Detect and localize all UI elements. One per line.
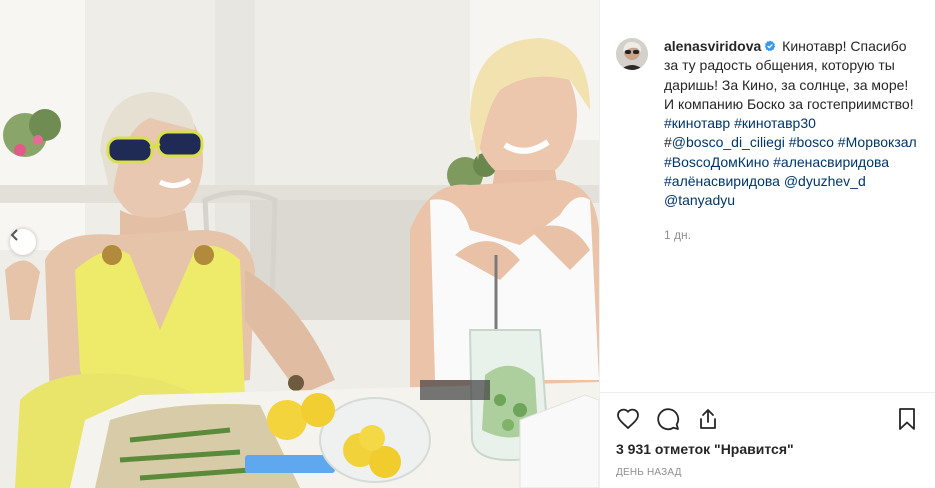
caption-text: alenasviridova Кинотавр! Спасибо за ту р… <box>664 37 918 211</box>
hashtag-link[interactable]: #bosco <box>789 134 834 150</box>
post-photo[interactable] <box>0 0 599 488</box>
hashtag-link[interactable]: #BoscoДомКино <box>664 154 769 170</box>
post-side-panel: alenasviridova Кинотавр! Спасибо за ту р… <box>599 0 935 488</box>
hashtag-link[interactable]: @bosco_di_ciliegi <box>672 134 785 150</box>
time-ago[interactable]: 1 дн. <box>664 228 919 242</box>
hashtag-link[interactable]: #кинотавр <box>664 115 730 131</box>
post-date[interactable]: День назад <box>616 467 919 478</box>
hashtag-link[interactable]: #алёнасвиридова <box>664 173 780 189</box>
caption-body: Кинотавр! Спасибо за ту радость общения,… <box>664 38 917 208</box>
comment-bubble-icon <box>656 407 680 431</box>
share-icon <box>696 407 720 431</box>
bookmark-icon <box>895 407 919 431</box>
comment-button[interactable] <box>656 407 680 431</box>
hashtag-link[interactable]: #аленасвиридова <box>773 154 889 170</box>
heart-icon <box>616 407 640 431</box>
likes-count[interactable]: 3 931 отметок "Нравится" <box>616 441 919 457</box>
caption-fragment: # <box>664 134 672 151</box>
hashtag-link[interactable]: @tanyadyu <box>664 192 735 208</box>
like-button[interactable] <box>616 407 640 431</box>
hashtag-link[interactable]: @dyuzhev_d <box>784 173 866 189</box>
caption-area: alenasviridova Кинотавр! Спасибо за ту р… <box>600 0 935 392</box>
instagram-post: alenasviridova Кинотавр! Спасибо за ту р… <box>0 0 935 488</box>
hashtag-link[interactable]: #Морвокзал <box>838 134 917 150</box>
hashtag-link[interactable]: #кинотавр30 <box>734 115 816 131</box>
caption-row: alenasviridova Кинотавр! Спасибо за ту р… <box>616 38 919 211</box>
photo-illustration <box>0 0 599 488</box>
verified-badge-icon <box>764 38 776 52</box>
share-button[interactable] <box>696 407 720 431</box>
actions-area: 3 931 отметок "Нравится" День назад <box>600 392 935 488</box>
action-icons-row <box>616 399 919 439</box>
carousel-prev-button[interactable] <box>10 229 36 255</box>
save-button[interactable] <box>895 407 919 431</box>
username-link[interactable]: alenasviridova <box>664 38 761 54</box>
avatar[interactable] <box>616 38 648 70</box>
